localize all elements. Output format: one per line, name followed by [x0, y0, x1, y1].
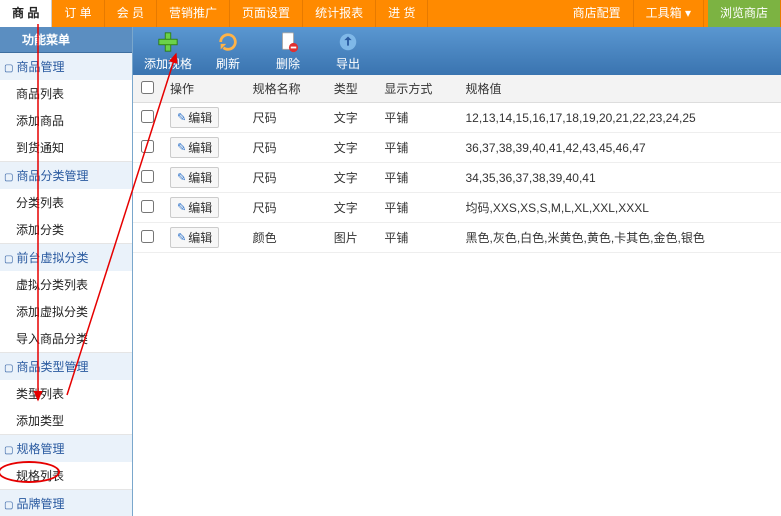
edit-button[interactable]: ✎编辑 [170, 137, 219, 158]
table-row: ✎编辑 尺码文字平铺12,13,14,15,16,17,18,19,20,21,2… [133, 103, 781, 133]
row-checkbox[interactable] [141, 110, 154, 123]
edit-label: 编辑 [188, 199, 212, 216]
delete-button[interactable]: 删除 [263, 31, 313, 72]
table-row: ✎编辑 尺码文字平铺34,35,36,37,38,39,40,41 [133, 163, 781, 193]
sidebar-group-header[interactable]: 前台虚拟分类 [0, 244, 132, 271]
sidebar-group-header[interactable]: 规格管理 [0, 435, 132, 462]
export-button[interactable]: 导出 [323, 31, 373, 72]
tab-toolbox[interactable]: 工具箱 ▾ [634, 0, 704, 27]
edit-button[interactable]: ✎编辑 [170, 227, 219, 248]
cell-name: 尺码 [245, 193, 326, 223]
row-checkbox[interactable] [141, 200, 154, 213]
cell-type: 文字 [326, 133, 377, 163]
sidebar-group-header[interactable]: 商品分类管理 [0, 162, 132, 189]
sidebar-group-header[interactable]: 商品管理 [0, 53, 132, 80]
cell-type: 文字 [326, 103, 377, 133]
sidebar-item[interactable]: 规格列表 [0, 462, 132, 489]
tab-members[interactable]: 会 员 [105, 0, 157, 27]
pencil-icon: ✎ [177, 201, 186, 214]
tab-products[interactable]: 商 品 [0, 0, 52, 27]
table-row: ✎编辑 尺码文字平铺36,37,38,39,40,41,42,43,45,46,4… [133, 133, 781, 163]
content-area: 添加规格 刷新 删除 导出 操作 规格名称 [133, 27, 781, 516]
tab-marketing[interactable]: 营销推广 [157, 0, 230, 27]
delete-icon [277, 31, 299, 53]
tab-reports[interactable]: 统计报表 [303, 0, 376, 27]
delete-label: 删除 [276, 55, 300, 72]
cell-vals: 36,37,38,39,40,41,42,43,45,46,47 [458, 133, 781, 163]
row-checkbox[interactable] [141, 170, 154, 183]
pencil-icon: ✎ [177, 111, 186, 124]
cell-display: 平铺 [376, 223, 457, 253]
sidebar-group-header[interactable]: 品牌管理 [0, 490, 132, 516]
edit-label: 编辑 [188, 139, 212, 156]
pencil-icon: ✎ [177, 141, 186, 154]
refresh-label: 刷新 [216, 55, 240, 72]
add-spec-button[interactable]: 添加规格 [143, 31, 193, 72]
cell-display: 平铺 [376, 133, 457, 163]
cell-vals: 34,35,36,37,38,39,40,41 [458, 163, 781, 193]
sidebar-item[interactable]: 添加类型 [0, 407, 132, 434]
edit-label: 编辑 [188, 109, 212, 126]
edit-button[interactable]: ✎编辑 [170, 167, 219, 188]
add-spec-label: 添加规格 [144, 55, 192, 72]
refresh-button[interactable]: 刷新 [203, 31, 253, 72]
cell-vals: 均码,XXS,XS,S,M,L,XL,XXL,XXXL [458, 193, 781, 223]
tab-page-settings[interactable]: 页面设置 [230, 0, 303, 27]
cell-type: 图片 [326, 223, 377, 253]
pencil-icon: ✎ [177, 231, 186, 244]
highlight-ellipse [0, 461, 60, 483]
browse-store-button[interactable]: 浏览商店 [708, 0, 781, 27]
sidebar-item[interactable]: 添加分类 [0, 216, 132, 243]
edit-label: 编辑 [188, 229, 212, 246]
cell-display: 平铺 [376, 103, 457, 133]
cell-vals: 黑色,灰色,白色,米黄色,黄色,卡其色,金色,银色 [458, 223, 781, 253]
select-all-checkbox[interactable] [141, 81, 154, 94]
row-checkbox[interactable] [141, 140, 154, 153]
top-navigation: 商 品 订 单 会 员 营销推广 页面设置 统计报表 进 货 商店配置 工具箱 … [0, 0, 781, 27]
sidebar-item[interactable]: 到货通知 [0, 134, 132, 161]
col-name: 规格名称 [245, 75, 326, 103]
sidebar-item[interactable]: 分类列表 [0, 189, 132, 216]
edit-button[interactable]: ✎编辑 [170, 197, 219, 218]
export-label: 导出 [336, 55, 360, 72]
row-checkbox[interactable] [141, 230, 154, 243]
tab-store-config[interactable]: 商店配置 [561, 0, 634, 27]
tab-orders[interactable]: 订 单 [52, 0, 104, 27]
data-grid: 操作 规格名称 类型 显示方式 规格值 ✎编辑尺码文字平铺12,13,14,15… [133, 75, 781, 516]
sidebar-item[interactable]: 类型列表 [0, 380, 132, 407]
plus-icon [157, 31, 179, 53]
refresh-icon [217, 31, 239, 53]
sidebar-item[interactable]: 添加商品 [0, 107, 132, 134]
cell-type: 文字 [326, 193, 377, 223]
edit-button[interactable]: ✎编辑 [170, 107, 219, 128]
table-row: ✎编辑 尺码文字平铺均码,XXS,XS,S,M,L,XL,XXL,XXXL [133, 193, 781, 223]
pencil-icon: ✎ [177, 171, 186, 184]
sidebar-item[interactable]: 添加虚拟分类 [0, 298, 132, 325]
tab-purchase[interactable]: 进 货 [376, 0, 428, 27]
main-layout: 功能菜单 商品管理商品列表添加商品到货通知商品分类管理分类列表添加分类前台虚拟分… [0, 27, 781, 516]
cell-type: 文字 [326, 163, 377, 193]
col-action: 操作 [162, 75, 245, 103]
sidebar-group-header[interactable]: 商品类型管理 [0, 353, 132, 380]
cell-display: 平铺 [376, 163, 457, 193]
export-icon [337, 31, 359, 53]
cell-display: 平铺 [376, 193, 457, 223]
cell-name: 颜色 [245, 223, 326, 253]
sidebar-item[interactable]: 虚拟分类列表 [0, 271, 132, 298]
edit-label: 编辑 [188, 169, 212, 186]
col-values: 规格值 [458, 75, 781, 103]
table-row: ✎编辑 颜色图片平铺黑色,灰色,白色,米黄色,黄色,卡其色,金色,银色 [133, 223, 781, 253]
cell-vals: 12,13,14,15,16,17,18,19,20,21,22,23,24,2… [458, 103, 781, 133]
sidebar: 功能菜单 商品管理商品列表添加商品到货通知商品分类管理分类列表添加分类前台虚拟分… [0, 27, 133, 516]
cell-name: 尺码 [245, 103, 326, 133]
sidebar-item[interactable]: 商品列表 [0, 80, 132, 107]
cell-name: 尺码 [245, 133, 326, 163]
col-type: 类型 [326, 75, 377, 103]
sidebar-item[interactable]: 导入商品分类 [0, 325, 132, 352]
cell-name: 尺码 [245, 163, 326, 193]
sidebar-title: 功能菜单 [0, 27, 132, 53]
toolbar: 添加规格 刷新 删除 导出 [133, 27, 781, 75]
col-display: 显示方式 [376, 75, 457, 103]
